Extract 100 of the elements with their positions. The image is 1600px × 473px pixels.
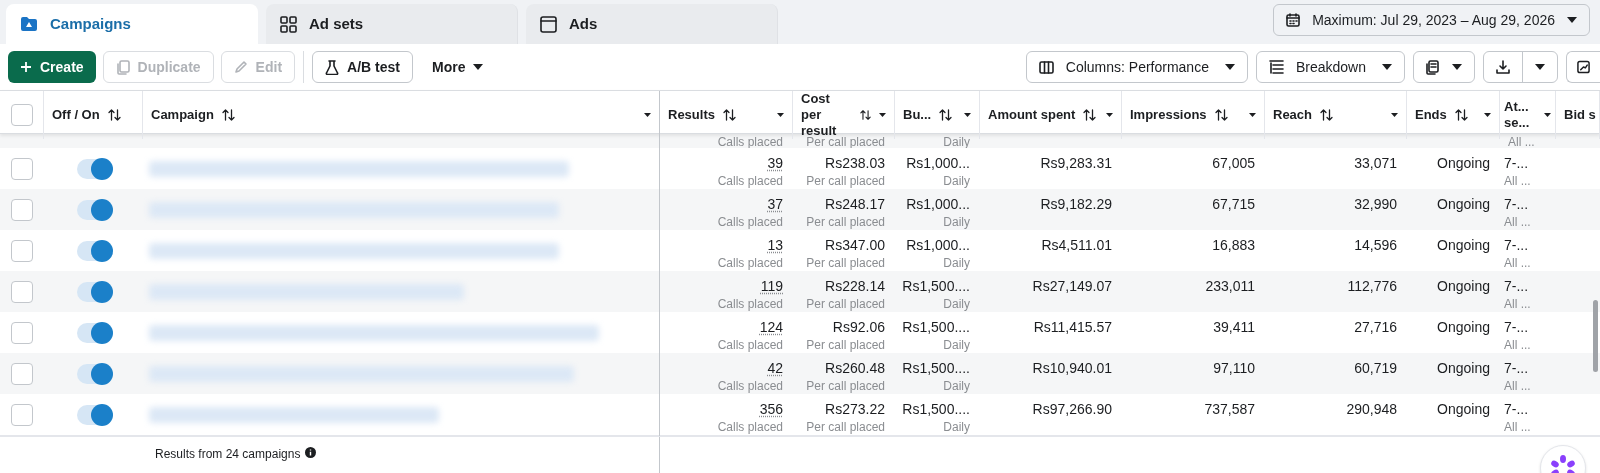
dropdown-button[interactable]: Columns: Performance (1025, 51, 1248, 83)
checkbox[interactable] (11, 199, 33, 221)
caret-icon (473, 64, 484, 70)
toggle-switch[interactable] (77, 200, 111, 220)
results-value[interactable]: 37 (767, 194, 783, 214)
copy-icon (115, 59, 130, 75)
checkbox[interactable] (11, 158, 33, 180)
toggle-switch[interactable] (77, 405, 111, 425)
attribution-label: All ... (1504, 214, 1532, 231)
impressions-value: 39,411 (1213, 318, 1255, 337)
column-header[interactable]: Bu... (903, 107, 932, 123)
columns-icon (1038, 60, 1054, 74)
results-value[interactable]: 124 (759, 317, 783, 337)
chart-icon (1577, 60, 1590, 74)
caret-icon (1535, 64, 1545, 70)
attribution-label: All ... (1504, 337, 1532, 354)
checkbox[interactable] (10, 104, 33, 126)
caret-icon (1391, 113, 1398, 117)
grid-icon (280, 15, 297, 33)
cost-value: Rs260.48 (825, 359, 885, 378)
cost-label: Per call placed (806, 378, 885, 395)
caret-icon (1452, 64, 1462, 70)
budget-value: Rs1,000... (906, 195, 970, 214)
reach-value: 14,596 (1354, 236, 1397, 255)
create-button[interactable]: Create (8, 51, 96, 83)
budget-label: Daily (943, 337, 970, 354)
caret-icon (879, 113, 886, 117)
attribution-value: 7-... (1504, 359, 1530, 378)
column-header[interactable]: Reach (1273, 107, 1313, 123)
amount-spent-value: Rs9,182.29 (1040, 195, 1112, 214)
tab[interactable]: Ad sets (266, 4, 518, 44)
sort-icon (1454, 109, 1468, 121)
cost-label: Per call placed (806, 337, 885, 354)
budget-value: Rs1,500.... (902, 400, 970, 419)
info-icon[interactable] (305, 447, 317, 458)
budget-label: Daily (943, 173, 970, 190)
export-split-button[interactable] (1483, 51, 1558, 83)
ends-value: Ongoing (1437, 277, 1490, 296)
amount-spent-value: Rs11,415.57 (1033, 318, 1112, 337)
caret-icon (1224, 64, 1235, 70)
checkbox[interactable] (11, 281, 33, 303)
checkbox[interactable] (11, 322, 33, 344)
caret-icon (1567, 17, 1577, 23)
column-header[interactable]: Bid s (1564, 107, 1596, 123)
results-value[interactable]: 356 (759, 399, 783, 419)
amount-spent-value: Rs10,940.01 (1032, 359, 1112, 378)
date-range-button[interactable]: Maximum: Jul 29, 2023 – Aug 29, 2026 (1273, 4, 1590, 36)
toolbar-button[interactable]: A/B test (312, 51, 413, 83)
toggle-switch[interactable] (77, 241, 111, 261)
tab[interactable]: Campaigns (6, 4, 258, 44)
results-value[interactable]: 13 (767, 235, 783, 255)
caret-icon (1544, 113, 1551, 117)
results-value[interactable]: 42 (767, 358, 783, 378)
toggle-switch[interactable] (77, 364, 111, 384)
toggle-switch[interactable] (77, 282, 111, 302)
column-header[interactable]: Off / On (52, 107, 100, 123)
results-value[interactable]: 39 (767, 153, 783, 173)
budget-value: Rs1,500.... (902, 359, 970, 378)
tab[interactable]: Ads (526, 4, 778, 44)
chart-button[interactable] (1566, 51, 1600, 83)
cost-value: Rs273.22 (825, 400, 885, 419)
sort-icon (107, 109, 121, 121)
checkbox[interactable] (11, 363, 33, 385)
column-header[interactable]: Campaign (151, 107, 214, 123)
list-icon (1268, 60, 1284, 74)
column-header[interactable]: Ends (1415, 107, 1447, 123)
more-menu-button[interactable]: More (419, 51, 496, 83)
cost-label: Per call placed (806, 214, 885, 231)
sort-icon (859, 109, 871, 121)
attribution-label: All ... (1504, 255, 1532, 272)
column-header[interactable]: Amount spent (988, 107, 1076, 123)
result-label: Calls placed (717, 337, 783, 354)
amount-spent-value: Rs9,283.31 (1040, 154, 1112, 173)
cost-label: Per call placed (806, 255, 885, 272)
result-label: Calls placed (717, 214, 783, 231)
reach-value: 32,990 (1354, 195, 1397, 214)
caret-icon (964, 113, 971, 117)
toggle-switch[interactable] (77, 159, 111, 179)
column-header[interactable]: At... se... (1504, 99, 1538, 131)
toggle-switch[interactable] (77, 323, 111, 343)
impressions-value: 16,883 (1212, 236, 1255, 255)
result-label: Calls placed (717, 173, 783, 190)
column-header[interactable]: Impressions (1130, 107, 1207, 123)
scrollbar-thumb[interactable] (1593, 300, 1598, 372)
checkbox[interactable] (11, 240, 33, 262)
caret-icon (777, 113, 784, 117)
results-value[interactable]: 119 (760, 276, 783, 296)
budget-value: Rs1,500.... (902, 277, 970, 296)
budget-label: Daily (943, 419, 970, 436)
checkbox[interactable] (11, 404, 33, 426)
sort-icon (722, 109, 736, 121)
result-label: Calls placed (717, 255, 783, 272)
column-header[interactable]: Results (668, 107, 715, 123)
sort-icon (1214, 109, 1228, 121)
ends-value: Ongoing (1437, 195, 1490, 214)
ends-value: Ongoing (1437, 154, 1490, 173)
impressions-value: 67,715 (1212, 195, 1255, 214)
dropdown-button[interactable]: Breakdown (1255, 51, 1405, 83)
cost-label: Per call placed (806, 173, 885, 190)
report-menu-button[interactable] (1413, 51, 1475, 83)
